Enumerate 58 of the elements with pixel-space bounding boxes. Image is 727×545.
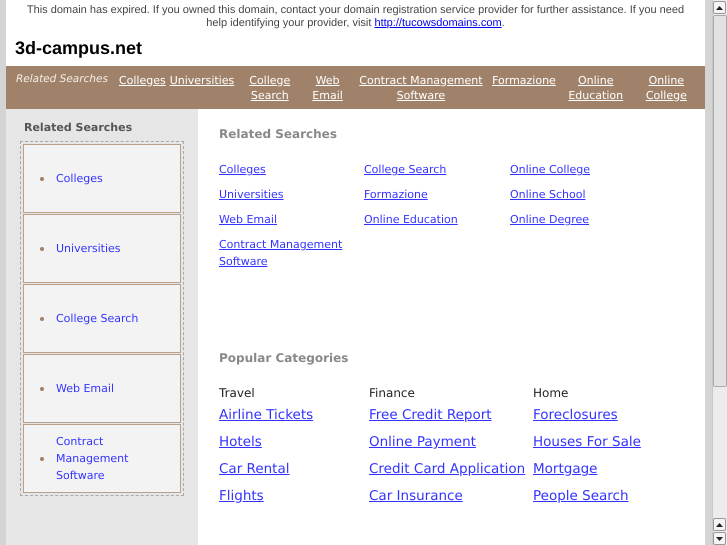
search-link[interactable]: Formazione [364,186,510,203]
bar-label: Related Searches [16,72,108,87]
search-link[interactable]: Contract Management Software [219,236,364,270]
expired-notice: This domain has expired. If you owned this domain, contact your domain registration service provider for further assistance. If you need help identifying your provider, visit http://tucowsdomains.com. [26,4,686,30]
caret-down-icon [716,536,723,540]
scroll-up-button[interactable] [713,1,726,14]
sidebar-link[interactable]: Contract Management Software [56,433,168,484]
category-link[interactable]: People Search [533,487,683,505]
bar-link[interactable]: Web Email [305,72,350,102]
site-title: 3d-campus.net [15,38,144,60]
search-link[interactable]: Online College [510,161,660,178]
category-link[interactable]: Mortgage [533,460,683,478]
category-link[interactable]: Free Credit Report [369,406,533,424]
bar-link[interactable]: Online College [636,72,697,102]
scrollbar-thumb[interactable] [713,15,727,387]
caret-up-icon [716,522,723,526]
sidebar-link[interactable]: Web Email [56,380,114,397]
search-link[interactable]: Universities [219,186,364,203]
search-link[interactable]: Online School [510,186,660,203]
scrollbar[interactable] [712,0,727,545]
bullet-icon [40,316,44,320]
search-link[interactable]: Web Email [219,211,364,228]
category-link[interactable]: Car Rental [219,460,369,478]
section-heading: Popular Categories [219,351,350,365]
category-link[interactable]: Credit Card Application [369,460,533,478]
bar-link[interactable]: Contract Management Software [354,72,488,102]
category-link[interactable]: Airline Tickets [219,406,369,424]
sidebar-link[interactable]: Colleges [56,170,103,187]
category-link[interactable]: Flights [219,487,369,505]
bullet-icon [40,386,44,390]
scroll-up-button[interactable] [713,518,726,531]
registrar-link[interactable]: http://tucowsdomains.com [374,17,502,29]
search-link[interactable]: College Search [364,161,510,178]
category-title: Finance [369,385,416,401]
search-link[interactable]: Colleges [219,161,364,178]
sidebar-link[interactable]: Universities [56,240,121,257]
bar-link[interactable]: Universities [170,72,234,102]
bullet-icon [40,456,44,460]
scroll-down-button[interactable] [713,532,726,545]
bullet-icon [40,176,44,180]
section-heading: Related Searches [219,127,338,141]
sidebar-link[interactable]: College Search [56,310,138,327]
bar-link[interactable]: Online Education [560,72,632,102]
category-title: Travel [219,385,256,401]
category-link[interactable]: Foreclosures [533,406,683,424]
bar-link[interactable]: Formazione [492,72,556,102]
category-link[interactable]: Car Insurance [369,487,533,505]
category-link[interactable]: Hotels [219,433,369,451]
bullet-icon [40,246,44,250]
bar-link[interactable]: College Search [238,72,302,102]
category-link[interactable]: Houses For Sale [533,433,683,451]
category-link[interactable]: Online Payment [369,433,533,451]
search-link[interactable]: Online Education [364,211,510,228]
category-title: Home [533,385,570,401]
caret-up-icon [716,6,723,10]
bar-link[interactable]: Colleges [118,72,166,102]
search-link[interactable]: Online Degree [510,211,660,228]
sidebar-heading: Related Searches [24,121,134,134]
